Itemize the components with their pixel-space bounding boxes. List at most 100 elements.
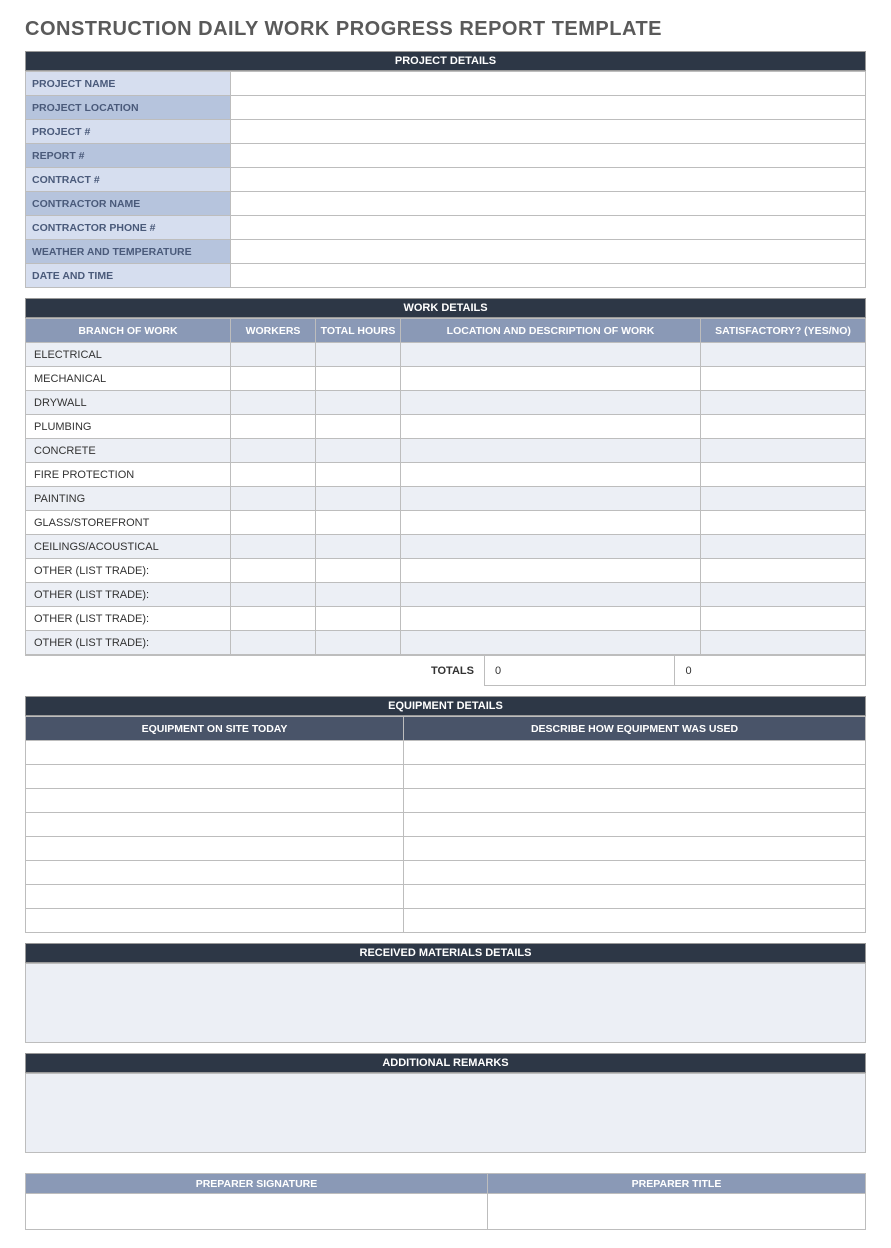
equip-usage-cell[interactable] — [404, 741, 866, 765]
work-cell[interactable] — [401, 391, 701, 415]
work-cell[interactable] — [316, 439, 401, 463]
work-cell[interactable] — [401, 439, 701, 463]
work-cell[interactable] — [231, 559, 316, 583]
work-cell[interactable] — [316, 511, 401, 535]
work-cell[interactable] — [231, 511, 316, 535]
equip-col-usage: DESCRIBE HOW EQUIPMENT WAS USED — [404, 717, 866, 741]
work-cell[interactable] — [701, 415, 866, 439]
work-cell[interactable] — [231, 415, 316, 439]
remarks-input[interactable] — [25, 1073, 866, 1153]
work-cell[interactable] — [316, 631, 401, 655]
project-field-value[interactable] — [231, 120, 866, 144]
work-cell[interactable] — [401, 583, 701, 607]
work-cell[interactable] — [316, 463, 401, 487]
project-field-value[interactable] — [231, 168, 866, 192]
equip-onsite-cell[interactable] — [26, 909, 404, 933]
work-cell[interactable] — [701, 487, 866, 511]
project-field-label: PROJECT LOCATION — [26, 96, 231, 120]
totals-hours[interactable]: 0 — [675, 656, 866, 686]
materials-header: RECEIVED MATERIALS DETAILS — [25, 943, 866, 963]
work-cell[interactable] — [401, 559, 701, 583]
work-cell[interactable] — [401, 631, 701, 655]
work-cell[interactable] — [701, 511, 866, 535]
work-cell[interactable] — [701, 583, 866, 607]
work-cell[interactable] — [231, 535, 316, 559]
equip-usage-cell[interactable] — [404, 765, 866, 789]
work-cell[interactable] — [701, 535, 866, 559]
equip-usage-cell[interactable] — [404, 837, 866, 861]
work-cell[interactable] — [231, 367, 316, 391]
work-cell[interactable] — [701, 631, 866, 655]
equip-onsite-cell[interactable] — [26, 765, 404, 789]
equip-onsite-cell[interactable] — [26, 813, 404, 837]
project-field-label: CONTRACTOR PHONE # — [26, 216, 231, 240]
work-cell[interactable] — [231, 463, 316, 487]
equip-onsite-cell[interactable] — [26, 837, 404, 861]
work-branch-label: CEILINGS/ACOUSTICAL — [26, 535, 231, 559]
equip-onsite-cell[interactable] — [26, 789, 404, 813]
project-field-label: REPORT # — [26, 144, 231, 168]
work-cell[interactable] — [701, 439, 866, 463]
work-cell[interactable] — [316, 367, 401, 391]
work-cell[interactable] — [316, 583, 401, 607]
work-cell[interactable] — [231, 607, 316, 631]
equipment-details-header: EQUIPMENT DETAILS — [25, 696, 866, 716]
work-cell[interactable] — [701, 343, 866, 367]
project-field-label: CONTRACT # — [26, 168, 231, 192]
project-field-value[interactable] — [231, 72, 866, 96]
work-cell[interactable] — [231, 439, 316, 463]
work-cell[interactable] — [401, 535, 701, 559]
work-cell[interactable] — [231, 487, 316, 511]
project-field-label: WEATHER AND TEMPERATURE — [26, 240, 231, 264]
work-cell[interactable] — [701, 559, 866, 583]
remarks-header: ADDITIONAL REMARKS — [25, 1053, 866, 1073]
project-field-value[interactable] — [231, 264, 866, 288]
preparer-title-field[interactable] — [488, 1194, 866, 1230]
work-cell[interactable] — [316, 343, 401, 367]
work-cell[interactable] — [316, 607, 401, 631]
work-cell[interactable] — [316, 487, 401, 511]
project-field-value[interactable] — [231, 240, 866, 264]
equip-usage-cell[interactable] — [404, 789, 866, 813]
project-field-label: PROJECT NAME — [26, 72, 231, 96]
work-cell[interactable] — [401, 487, 701, 511]
work-col-workers: WORKERS — [231, 319, 316, 343]
equip-usage-cell[interactable] — [404, 909, 866, 933]
work-details-header: WORK DETAILS — [25, 298, 866, 318]
work-cell[interactable] — [401, 511, 701, 535]
work-cell[interactable] — [316, 415, 401, 439]
project-details-header: PROJECT DETAILS — [25, 51, 866, 71]
equip-usage-cell[interactable] — [404, 885, 866, 909]
totals-workers[interactable]: 0 — [484, 656, 675, 686]
work-cell[interactable] — [701, 391, 866, 415]
work-cell[interactable] — [401, 343, 701, 367]
work-cell[interactable] — [401, 607, 701, 631]
project-field-value[interactable] — [231, 192, 866, 216]
equip-onsite-cell[interactable] — [26, 885, 404, 909]
equip-usage-cell[interactable] — [404, 861, 866, 885]
work-cell[interactable] — [701, 367, 866, 391]
work-cell[interactable] — [231, 343, 316, 367]
project-field-value[interactable] — [231, 216, 866, 240]
materials-input[interactable] — [25, 963, 866, 1043]
work-cell[interactable] — [401, 367, 701, 391]
work-cell[interactable] — [316, 391, 401, 415]
work-branch-label: OTHER (LIST TRADE): — [26, 607, 231, 631]
project-field-label: DATE AND TIME — [26, 264, 231, 288]
equip-onsite-cell[interactable] — [26, 861, 404, 885]
work-cell[interactable] — [231, 631, 316, 655]
work-cell[interactable] — [231, 583, 316, 607]
work-cell[interactable] — [401, 415, 701, 439]
project-field-value[interactable] — [231, 96, 866, 120]
work-cell[interactable] — [316, 559, 401, 583]
work-col-location: LOCATION AND DESCRIPTION OF WORK — [401, 319, 701, 343]
work-cell[interactable] — [231, 391, 316, 415]
work-cell[interactable] — [316, 535, 401, 559]
work-cell[interactable] — [701, 463, 866, 487]
equip-usage-cell[interactable] — [404, 813, 866, 837]
work-cell[interactable] — [401, 463, 701, 487]
project-field-value[interactable] — [231, 144, 866, 168]
preparer-signature-field[interactable] — [26, 1194, 488, 1230]
equip-onsite-cell[interactable] — [26, 741, 404, 765]
work-cell[interactable] — [701, 607, 866, 631]
